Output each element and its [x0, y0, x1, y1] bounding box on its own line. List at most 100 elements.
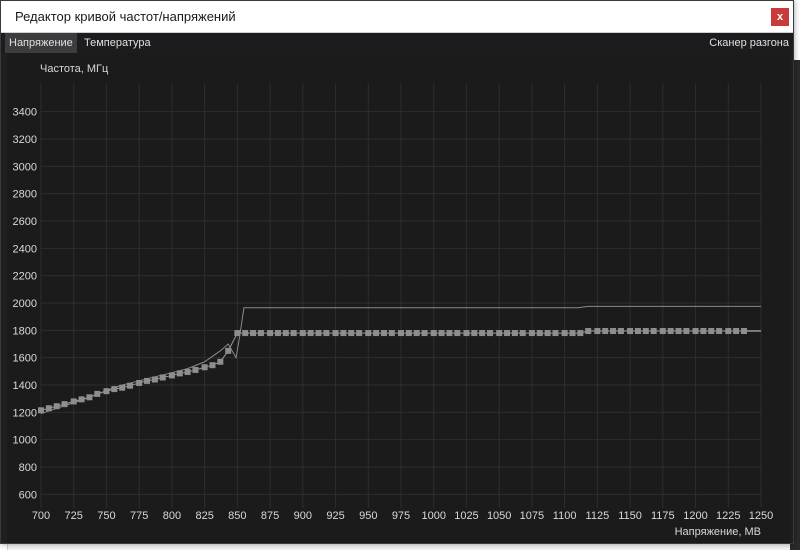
curve-point[interactable]	[380, 330, 387, 337]
tab-bar: Напряжение Температура Сканер разгона	[1, 33, 793, 53]
curve-point[interactable]	[740, 328, 747, 335]
curve-point[interactable]	[315, 330, 322, 337]
curve-point[interactable]	[86, 394, 93, 401]
curve-point[interactable]	[234, 330, 241, 337]
curve-point[interactable]	[421, 330, 428, 337]
curve-point[interactable]	[716, 328, 723, 335]
curve-point[interactable]	[307, 330, 314, 337]
curve-point[interactable]	[708, 328, 715, 335]
x-axis-title: Напряжение, МВ	[675, 526, 761, 538]
curve-point[interactable]	[471, 330, 478, 337]
curve-point[interactable]	[348, 330, 355, 337]
curve-point[interactable]	[700, 328, 707, 335]
curve-point[interactable]	[290, 330, 297, 337]
curve-point[interactable]	[250, 330, 257, 337]
curve-point[interactable]	[536, 330, 543, 337]
curve-point[interactable]	[340, 330, 347, 337]
curve-point[interactable]	[405, 330, 412, 337]
curve-point[interactable]	[479, 330, 486, 337]
curve-point[interactable]	[144, 377, 151, 384]
chart-series[interactable]	[38, 305, 761, 415]
chart-grid	[40, 83, 762, 508]
curve-point[interactable]	[119, 384, 126, 391]
curve-point[interactable]	[569, 330, 576, 337]
curve-point[interactable]	[159, 374, 166, 381]
vf-curve-chart[interactable]: 600 800 1000 1200 1400 1600 1800 2000 2200 2400 26…	[7, 53, 791, 543]
curve-point[interactable]	[176, 370, 183, 377]
curve-point[interactable]	[45, 405, 52, 412]
curve-point[interactable]	[225, 347, 232, 354]
curve-point[interactable]	[61, 401, 68, 408]
curve-point[interactable]	[136, 379, 143, 386]
curve-point[interactable]	[356, 330, 363, 337]
tab-voltage[interactable]: Напряжение	[5, 33, 77, 53]
curve-point[interactable]	[610, 328, 617, 335]
curve-point[interactable]	[519, 330, 526, 337]
curve-point[interactable]	[627, 328, 634, 335]
curve-point[interactable]	[257, 330, 264, 337]
curve-point[interactable]	[38, 407, 44, 414]
curve-point[interactable]	[544, 330, 551, 337]
curve-point[interactable]	[594, 328, 601, 335]
curve-point[interactable]	[267, 330, 274, 337]
curve-point[interactable]	[496, 330, 503, 337]
close-button[interactable]: x	[771, 8, 789, 26]
curve-point[interactable]	[725, 328, 732, 335]
curve-point[interactable]	[151, 376, 158, 383]
curve-point[interactable]	[438, 330, 445, 337]
curve-point[interactable]	[683, 328, 690, 335]
curve-point[interactable]	[528, 330, 535, 337]
curve-point[interactable]	[323, 330, 330, 337]
curve-point[interactable]	[209, 362, 216, 369]
curve-point[interactable]	[365, 330, 372, 337]
curve-point[interactable]	[577, 330, 584, 337]
curve-point[interactable]	[602, 328, 609, 335]
curve-point[interactable]	[94, 390, 101, 397]
curve-point[interactable]	[53, 403, 60, 410]
curve-point[interactable]	[413, 330, 420, 337]
curve-point[interactable]	[274, 330, 281, 337]
curve-point[interactable]	[184, 369, 191, 376]
curve-point[interactable]	[70, 398, 77, 405]
curve-point[interactable]	[733, 328, 740, 335]
curve-point[interactable]	[299, 330, 306, 337]
overclock-scanner-button[interactable]: Сканер разгона	[709, 33, 789, 53]
curve-point[interactable]	[552, 330, 559, 337]
curve-point[interactable]	[463, 330, 470, 337]
x-tick-label: 800	[163, 510, 181, 522]
curve-point[interactable]	[430, 330, 437, 337]
curve-point[interactable]	[446, 330, 453, 337]
curve-point[interactable]	[103, 388, 110, 395]
y-tick-label: 1000	[13, 435, 37, 447]
curve-point[interactable]	[487, 330, 494, 337]
curve-point[interactable]	[692, 328, 699, 335]
curve-point[interactable]	[242, 330, 249, 337]
curve-point[interactable]	[111, 386, 118, 393]
title-bar[interactable]: Редактор кривой частот/напряжений x	[1, 1, 793, 33]
curve-point[interactable]	[388, 330, 395, 337]
curve-point[interactable]	[642, 328, 649, 335]
curve-point[interactable]	[192, 366, 199, 373]
curve-point[interactable]	[332, 330, 339, 337]
curve-point[interactable]	[78, 396, 85, 403]
curve-editor-window: Редактор кривой частот/напряжений x Напр…	[0, 0, 794, 544]
curve-point[interactable]	[511, 330, 518, 337]
curve-point[interactable]	[127, 382, 134, 389]
curve-point[interactable]	[504, 330, 511, 337]
curve-point[interactable]	[398, 330, 404, 337]
curve-point[interactable]	[617, 328, 624, 335]
curve-point[interactable]	[454, 330, 461, 337]
curve-point[interactable]	[282, 330, 289, 337]
curve-point[interactable]	[217, 358, 224, 365]
tab-temperature[interactable]: Температура	[80, 33, 155, 53]
curve-point[interactable]	[561, 330, 568, 337]
curve-point[interactable]	[634, 328, 641, 335]
curve-point[interactable]	[201, 364, 208, 371]
curve-point[interactable]	[373, 330, 380, 337]
curve-point[interactable]	[168, 372, 175, 379]
curve-point[interactable]	[585, 328, 592, 335]
curve-point[interactable]	[667, 328, 674, 335]
curve-point[interactable]	[659, 328, 666, 335]
curve-point[interactable]	[675, 328, 682, 335]
curve-point[interactable]	[650, 328, 657, 335]
